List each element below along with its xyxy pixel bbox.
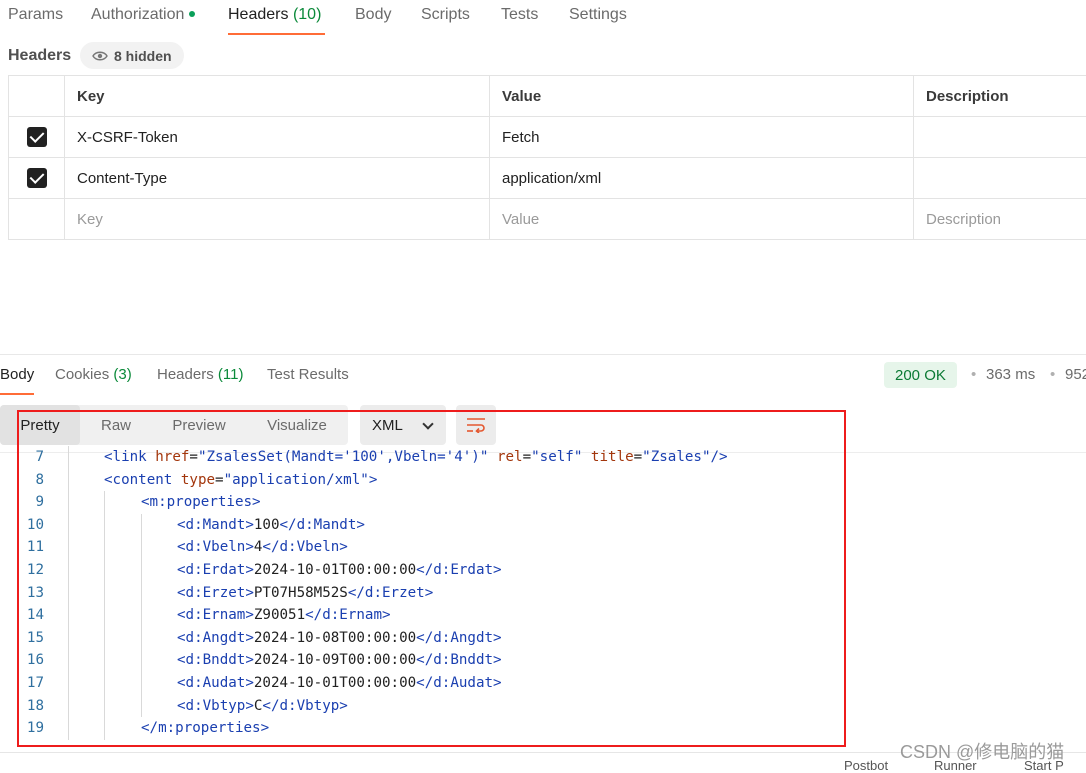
eye-icon: [92, 50, 108, 62]
header-description[interactable]: [914, 158, 1086, 199]
separator-dot: •: [1050, 366, 1055, 383]
response-tab-test-results[interactable]: Test Results: [267, 366, 349, 383]
new-value-input[interactable]: Value: [490, 199, 914, 240]
status-dot-icon: [189, 11, 195, 17]
table-row: X-CSRF-Token Fetch: [9, 117, 1086, 158]
tab-params[interactable]: Params: [8, 6, 63, 24]
footer-postbot[interactable]: Postbot: [844, 758, 888, 773]
response-tab-body[interactable]: Body: [0, 366, 34, 383]
table-row-new: Key Value Description: [9, 199, 1086, 240]
tab-settings[interactable]: Settings: [569, 6, 627, 24]
checkbox-icon[interactable]: [27, 127, 47, 147]
table-header-row: Key Value Description: [9, 76, 1086, 117]
active-response-tab-indicator: [0, 393, 34, 395]
watermark: CSDN @修电脑的猫: [900, 738, 1064, 764]
highlight-box: [17, 410, 846, 747]
divider: [0, 354, 1086, 355]
column-key: Key: [65, 76, 490, 117]
column-description: Description: [914, 76, 1086, 117]
response-tab-cookies[interactable]: Cookies (3): [55, 366, 132, 383]
status-badge: 200 OK: [884, 362, 957, 388]
header-value[interactable]: application/xml: [490, 158, 914, 199]
tab-authorization[interactable]: Authorization: [91, 6, 195, 24]
headers-table: Key Value Description X-CSRF-Token Fetch…: [8, 75, 1086, 240]
response-time[interactable]: 363 ms: [986, 366, 1035, 383]
checkbox-icon[interactable]: [27, 168, 47, 188]
tab-body[interactable]: Body: [355, 6, 391, 24]
table-row: Content-Type application/xml: [9, 158, 1086, 199]
hidden-headers-toggle[interactable]: 8 hidden: [80, 42, 184, 69]
active-tab-indicator: [228, 33, 325, 35]
header-key[interactable]: Content-Type: [65, 158, 490, 199]
header-value[interactable]: Fetch: [490, 117, 914, 158]
column-value: Value: [490, 76, 914, 117]
separator-dot: •: [971, 366, 976, 383]
tab-scripts[interactable]: Scripts: [421, 6, 470, 24]
tab-headers[interactable]: Headers (10): [228, 6, 321, 24]
response-size[interactable]: 952: [1065, 366, 1086, 383]
tab-tests[interactable]: Tests: [501, 6, 538, 24]
header-key[interactable]: X-CSRF-Token: [65, 117, 490, 158]
response-tab-headers[interactable]: Headers (11): [157, 366, 243, 383]
header-description[interactable]: [914, 117, 1086, 158]
new-description-input[interactable]: Description: [914, 199, 1086, 240]
new-key-input[interactable]: Key: [65, 199, 490, 240]
headers-title: Headers: [8, 47, 71, 65]
